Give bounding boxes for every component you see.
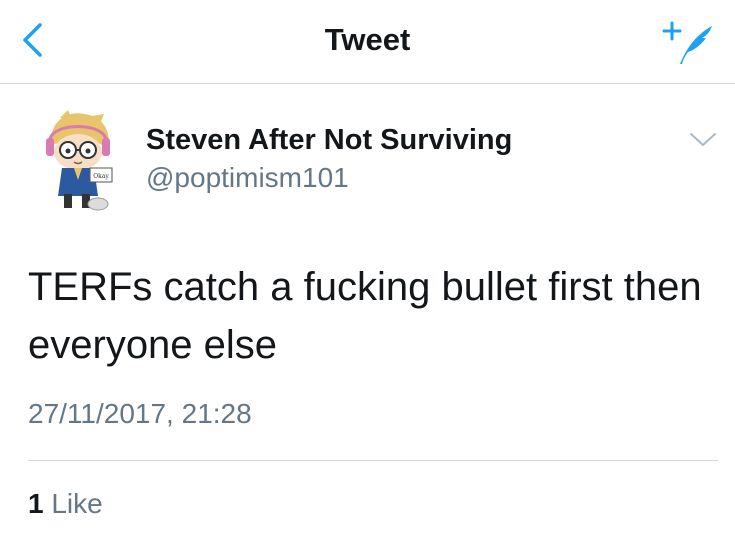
nav-bar: Tweet xyxy=(0,0,735,84)
likes-count[interactable]: 1 Like xyxy=(28,488,103,520)
chevron-down-icon xyxy=(690,133,716,146)
tweet-text: TERFs catch a fucking bullet first then … xyxy=(28,265,702,367)
page-title: Tweet xyxy=(324,22,411,57)
compose-tweet-icon xyxy=(662,21,712,64)
avatar[interactable]: Okay xyxy=(38,108,122,212)
like-label: Like xyxy=(51,488,103,519)
author-handle[interactable]: @poptimism101 xyxy=(146,162,349,194)
divider xyxy=(28,460,718,461)
compose-tweet-button[interactable] xyxy=(660,20,722,66)
more-options-button[interactable] xyxy=(688,130,718,150)
like-count-value: 1 xyxy=(28,488,44,519)
svg-text:Okay: Okay xyxy=(93,173,109,180)
avatar-icon: Okay xyxy=(46,110,113,211)
tweet-timestamp: 27/11/2017, 21:28 xyxy=(28,398,252,429)
author-name[interactable]: Steven After Not Surviving xyxy=(146,124,512,157)
